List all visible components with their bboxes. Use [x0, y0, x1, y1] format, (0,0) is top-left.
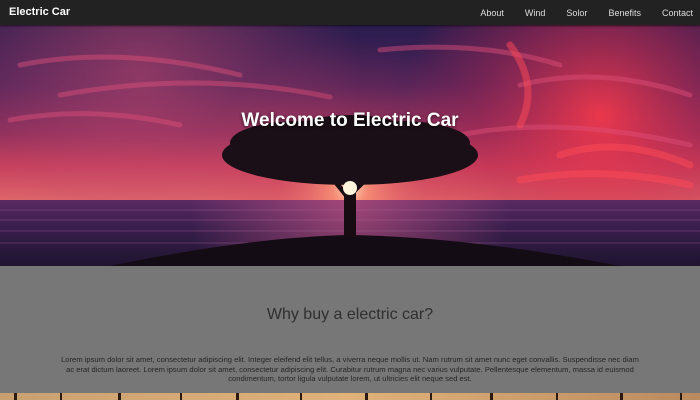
section-title: Why buy a electric car?: [266, 306, 434, 323]
nav-link-contact[interactable]: Contact: [662, 7, 693, 19]
navbar: Electric Car About Wind Solor Benefits C…: [0, 0, 700, 25]
nav-link-benefits[interactable]: Benefits: [608, 7, 641, 19]
nav-links: About Wind Solor Benefits Contact: [459, 0, 693, 25]
hero-image: [0, 25, 700, 266]
section-paragraph: Lorem ipsum dolor sit amet, consectetur …: [61, 355, 639, 383]
why-section: Why buy a electric car? Lorem ipsum dolo…: [0, 266, 700, 390]
nav-link-wind[interactable]: Wind: [525, 7, 546, 19]
brand-link[interactable]: Electric Car: [9, 5, 70, 19]
nav-link-about[interactable]: About: [480, 7, 504, 19]
next-section-image: [0, 390, 700, 400]
nav-link-solor[interactable]: Solor: [566, 7, 587, 19]
hero-title: Welcome to Electric Car: [241, 110, 459, 131]
hero-banner: Welcome to Electric Car: [0, 25, 700, 266]
